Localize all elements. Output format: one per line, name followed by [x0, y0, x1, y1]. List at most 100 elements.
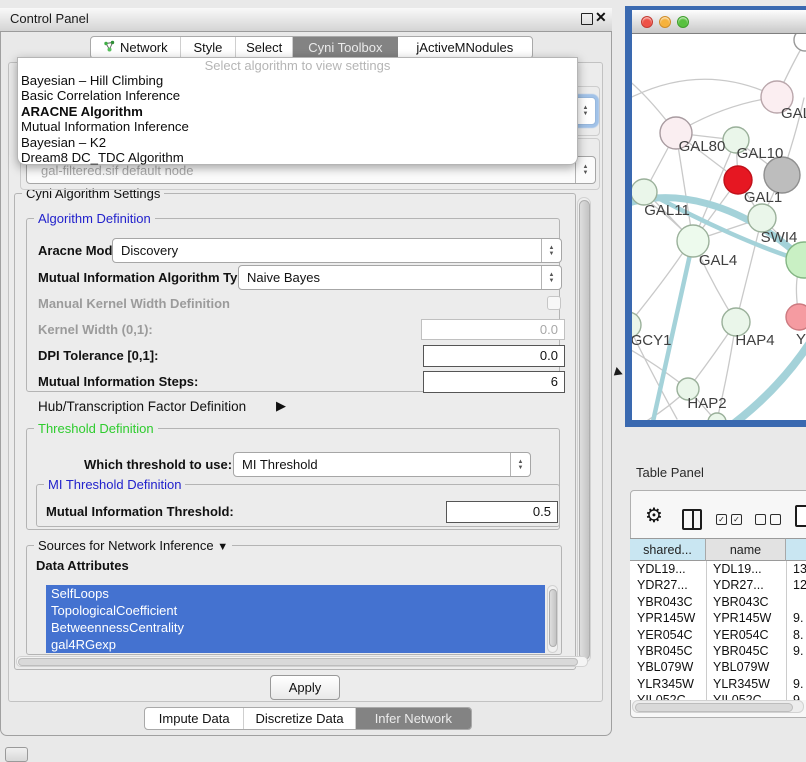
- document-icon[interactable]: [795, 505, 806, 527]
- node-label-gal1: GAL1: [744, 189, 782, 206]
- table-cell[interactable]: YER054C: [630, 627, 706, 643]
- apply-button[interactable]: Apply: [270, 675, 340, 700]
- table-row[interactable]: YLR345WYLR345W9.: [630, 676, 806, 692]
- node-label-gcy1: GCY1: [632, 332, 671, 349]
- zoom-traffic-light[interactable]: [677, 16, 689, 28]
- attribute-item-gal4rgexp[interactable]: gal4RGexp: [46, 636, 545, 653]
- algorithm-option-bayesian-k2[interactable]: Bayesian – K2: [18, 135, 577, 150]
- table-row[interactable]: YBL079WYBL079W: [630, 659, 806, 675]
- table-cell[interactable]: YIL052C: [706, 692, 786, 700]
- gear-icon[interactable]: ⚙: [645, 503, 663, 528]
- node-gal1[interactable]: [748, 204, 776, 232]
- settings-vertical-scrollbar[interactable]: [577, 197, 591, 663]
- tab-impute-data[interactable]: Impute Data: [145, 708, 244, 729]
- table-horizontal-scrollbar-thumb[interactable]: [635, 703, 793, 712]
- tab-network[interactable]: Network: [91, 37, 181, 58]
- table-cell[interactable]: 9.: [786, 676, 806, 692]
- algorithm-option-basic-correlation-inference[interactable]: Basic Correlation Inference: [18, 88, 577, 103]
- manual-kernel-checkbox[interactable]: [547, 296, 561, 310]
- table-cell[interactable]: YBR043C: [630, 594, 706, 610]
- attribute-item-selfloops[interactable]: SelfLoops: [46, 585, 545, 602]
- table-cell[interactable]: YDL19...: [630, 561, 706, 577]
- algorithm-option-aracne-algorithm[interactable]: ARACNE Algorithm: [18, 104, 577, 119]
- table-row[interactable]: YBR043CYBR043C: [630, 594, 806, 610]
- table-cell[interactable]: YPR145W: [630, 610, 706, 626]
- which-threshold-combo[interactable]: MI Threshold ▲▼: [233, 452, 531, 477]
- table-cell[interactable]: YBL079W: [706, 659, 786, 675]
- settings-horizontal-scrollbar-thumb[interactable]: [18, 658, 578, 666]
- float-window-icon[interactable]: [581, 13, 593, 25]
- column-header-extra[interactable]: [786, 538, 806, 561]
- table-cell[interactable]: YBR043C: [706, 594, 786, 610]
- columns-icon[interactable]: [682, 509, 702, 530]
- minimize-traffic-light[interactable]: [659, 16, 671, 28]
- table-cell[interactable]: YER054C: [706, 627, 786, 643]
- table-row[interactable]: YBR045CYBR045C9.: [630, 643, 806, 659]
- table-cell[interactable]: 12: [786, 577, 806, 593]
- table-cell[interactable]: YDR27...: [630, 577, 706, 593]
- algorithm-option-bayesian-hill-climbing[interactable]: Bayesian – Hill Climbing: [18, 73, 577, 88]
- table-cell[interactable]: YLR345W: [706, 676, 786, 692]
- node-label-y: Y: [796, 331, 806, 348]
- table-cell[interactable]: 9.: [786, 643, 806, 659]
- table-row[interactable]: YPR145WYPR145W9.: [630, 610, 806, 626]
- column-header-shared[interactable]: shared...: [630, 538, 706, 561]
- attribute-list-scrollbar[interactable]: [547, 585, 558, 653]
- table-cell[interactable]: YBR045C: [706, 643, 786, 659]
- minimized-panel-button[interactable]: [5, 747, 28, 762]
- tab-infer-network[interactable]: Infer Network: [356, 708, 471, 729]
- network-canvas[interactable]: GALGAL80GAL10GAL1GAL11SWI4GAL4GCY1HAP4YH…: [632, 34, 806, 420]
- table-header-row: shared...name: [630, 538, 806, 561]
- tab-cyni-toolbox[interactable]: Cyni Toolbox: [293, 37, 398, 58]
- table-cell[interactable]: 9.: [786, 610, 806, 626]
- algorithm-option-mutual-information-inference[interactable]: Mutual Information Inference: [18, 119, 577, 134]
- dpi-tolerance-label: DPI Tolerance [0,1]:: [38, 345, 158, 367]
- expand-right-icon[interactable]: ▶: [276, 398, 286, 414]
- attribute-list-scrollbar-thumb[interactable]: [549, 589, 557, 647]
- table-cell[interactable]: YDL19...: [706, 561, 786, 577]
- mi-steps-field[interactable]: 6: [423, 371, 565, 393]
- table-cell[interactable]: [786, 594, 806, 610]
- table-cell[interactable]: 9: [786, 692, 806, 700]
- close-traffic-light[interactable]: [641, 16, 653, 28]
- unchecked-pair-icon[interactable]: [755, 514, 781, 525]
- table-cell[interactable]: 8.: [786, 627, 806, 643]
- mi-threshold-field[interactable]: 0.5: [446, 501, 558, 523]
- mi-type-combo[interactable]: Naive Bayes ▲▼: [238, 265, 562, 290]
- table-cell[interactable]: YPR145W: [706, 610, 786, 626]
- tab-style[interactable]: Style: [181, 37, 237, 58]
- node-outline-top[interactable]: [794, 34, 806, 51]
- table-cell[interactable]: YIL052C: [630, 692, 706, 700]
- kernel-width-field[interactable]: 0.0: [421, 319, 565, 340]
- table-row[interactable]: YIL052CYIL052C9: [630, 692, 806, 700]
- table-cell[interactable]: YLR345W: [630, 676, 706, 692]
- aracne-mode-combo[interactable]: Discovery ▲▼: [112, 238, 562, 263]
- table-cell[interactable]: YDR27...: [706, 577, 786, 593]
- table-row[interactable]: YDL19...YDL19...13: [630, 561, 806, 577]
- tab-jactivemnodules[interactable]: jActiveMNodules: [398, 37, 532, 58]
- column-header-name[interactable]: name: [706, 538, 786, 561]
- attribute-item-topologicalcoefficient[interactable]: TopologicalCoefficient: [46, 602, 545, 619]
- collapse-down-icon[interactable]: ▼: [217, 541, 228, 553]
- dpi-tolerance-field[interactable]: 0.0: [423, 345, 565, 367]
- table-cell[interactable]: 13: [786, 561, 806, 577]
- node-label-gal10: GAL10: [737, 145, 784, 162]
- table-cell[interactable]: YBL079W: [630, 659, 706, 675]
- close-icon[interactable]: ✕: [595, 9, 607, 26]
- table-cell[interactable]: YBR045C: [630, 643, 706, 659]
- table-row[interactable]: YER054CYER054C8.: [630, 627, 806, 643]
- tab-discretize-data[interactable]: Discretize Data: [244, 708, 355, 729]
- node-salmon[interactable]: [786, 304, 806, 330]
- table-horizontal-scrollbar[interactable]: [632, 700, 804, 713]
- tab-select[interactable]: Select: [236, 37, 293, 58]
- settings-horizontal-scrollbar[interactable]: [16, 656, 588, 667]
- node-gray[interactable]: [764, 157, 800, 193]
- table-cell[interactable]: [786, 659, 806, 675]
- control-panel-titlebar[interactable]: [0, 8, 612, 32]
- settings-vertical-scrollbar-thumb[interactable]: [579, 200, 590, 660]
- algorithm-option-dream8-dc-tdc-algorithm[interactable]: Dream8 DC_TDC Algorithm: [18, 150, 577, 165]
- attribute-item-betweennesscentrality[interactable]: BetweennessCentrality: [46, 619, 545, 636]
- mi-type-label: Mutual Information Algorithm Type:: [38, 265, 257, 290]
- checked-pair-icon[interactable]: ✓✓: [716, 514, 742, 525]
- table-row[interactable]: YDR27...YDR27...12: [630, 577, 806, 593]
